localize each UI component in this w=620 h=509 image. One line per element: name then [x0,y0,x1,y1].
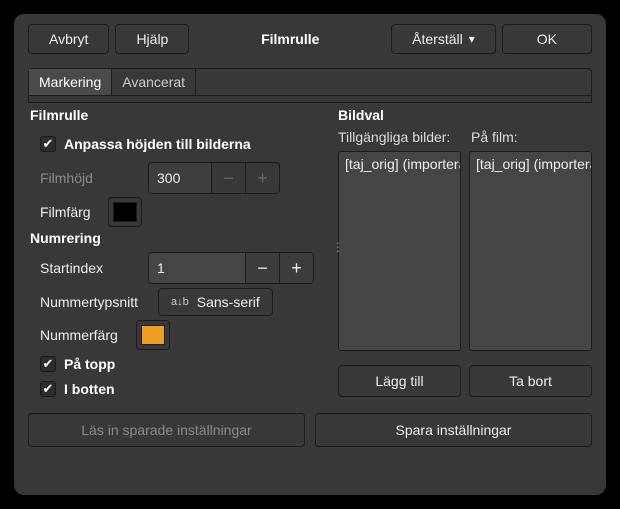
plus-icon: + [257,168,268,189]
pane-resize-handle[interactable]: ⋮ [332,245,344,249]
left-column: Filmrulle Anpassa höjden till bilderna F… [28,105,328,405]
help-button[interactable]: Hjälp [115,24,189,54]
number-color-swatch[interactable] [136,320,170,350]
number-font-button[interactable]: a↓b Sans-serif [158,288,273,316]
available-images-label: Tillgängliga bilder: [338,129,459,145]
list-item[interactable]: [taj_orig] (importerad) [345,156,454,172]
fit-height-checkbox[interactable] [40,136,56,152]
start-index-label: Startindex [40,260,140,276]
number-color-value [141,325,165,345]
number-color-label: Nummerfärg [40,327,128,343]
images-section-title: Bildval [338,107,592,123]
ok-button[interactable]: OK [502,24,592,54]
tab-advanced[interactable]: Avancerat [112,69,196,95]
on-bottom-checkbox[interactable] [40,381,56,397]
film-section-title: Filmrulle [30,107,324,123]
numbering-section-title: Numrering [30,230,324,246]
film-color-label: Filmfärg [40,204,100,220]
dialog-header: Avbryt Hjälp Filmrulle Återställ ▾ OK [14,14,606,64]
start-index-plus-button[interactable]: + [280,252,314,284]
film-height-input[interactable] [148,162,212,194]
fit-height-label: Anpassa höjden till bilderna [64,136,251,152]
remove-button[interactable]: Ta bort [469,365,592,397]
chevron-down-icon: ▾ [469,32,475,46]
dialog-content: Markering Avancerat Filmrulle Anpassa hö… [14,64,606,495]
film-height-minus-button[interactable]: − [212,162,246,194]
list-item[interactable]: [taj_orig] (importerad) [476,156,585,172]
tab-selection[interactable]: Markering [29,69,112,95]
on-top-checkbox[interactable] [40,356,56,372]
start-index-minus-button[interactable]: − [246,252,280,284]
footer: Läs in sparade inställningar Spara instä… [28,405,592,447]
plus-icon: + [291,258,302,279]
film-height-spinbox: − + [148,162,280,194]
save-settings-button[interactable]: Spara inställningar [315,413,592,447]
dialog-window: Avbryt Hjälp Filmrulle Återställ ▾ OK Ma… [14,14,606,495]
on-top-label: På topp [64,356,115,372]
right-column: Bildval Tillgängliga bilder: På film: [t… [328,105,592,405]
film-height-plus-button[interactable]: + [246,162,280,194]
start-index-input[interactable] [148,252,246,284]
add-button[interactable]: Lägg till [338,365,461,397]
available-listbox[interactable]: [taj_orig] (importerad) [338,151,461,351]
tab-bar: Markering Avancerat [29,69,591,96]
font-picker-icon: a↓b [171,297,189,308]
film-height-label: Filmhöjd [40,170,140,186]
reset-label: Återställ [412,31,463,47]
minus-icon: − [223,168,234,189]
cancel-button[interactable]: Avbryt [28,24,109,54]
film-color-swatch[interactable] [108,197,142,227]
number-font-value: Sans-serif [197,294,260,310]
number-font-label: Nummertypsnitt [40,294,150,310]
reset-button[interactable]: Återställ ▾ [391,24,496,54]
minus-icon: − [257,258,268,279]
dialog-title: Filmrulle [195,31,385,47]
start-index-spinbox: − + [148,252,314,284]
load-settings-button[interactable]: Läs in sparade inställningar [28,413,305,447]
on-film-listbox[interactable]: [taj_orig] (importerad) [469,151,592,351]
on-film-label: På film: [471,129,592,145]
tab-body: Filmrulle Anpassa höjden till bilderna F… [28,103,592,405]
on-bottom-label: I botten [64,381,115,397]
tab-container: Markering Avancerat [28,68,592,103]
film-color-value [113,202,137,222]
